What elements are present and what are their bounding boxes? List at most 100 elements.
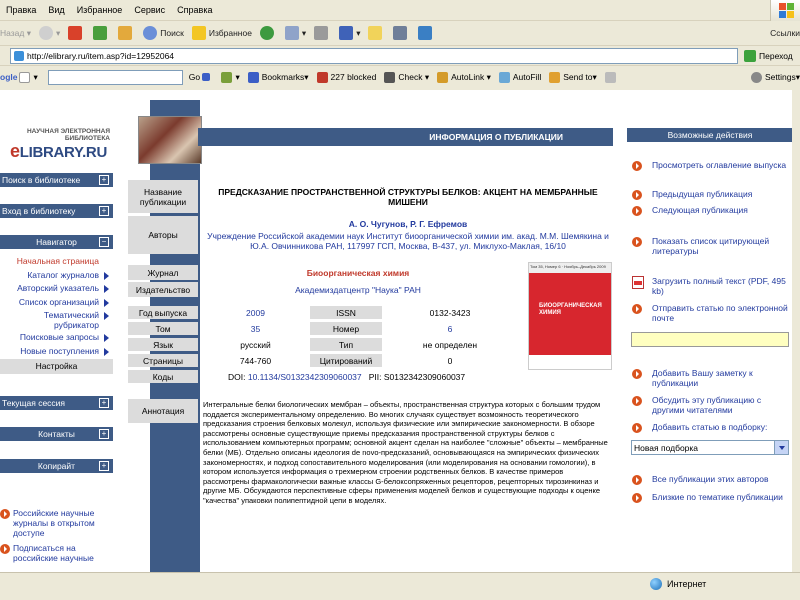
- sidebar-item-organizations[interactable]: Список организаций: [0, 296, 113, 310]
- sidebar-item-rubricator[interactable]: Тематический рубрикатор: [0, 309, 113, 331]
- history-button[interactable]: [259, 26, 277, 40]
- expand-icon: +: [99, 429, 109, 439]
- pii-value: PII: S0132342309060037: [368, 371, 466, 382]
- sidebar-navigator[interactable]: Навигатор −: [0, 235, 113, 249]
- center-column-band: [150, 100, 200, 572]
- google-options[interactable]: ▾: [221, 71, 240, 83]
- label-volume: Том: [128, 322, 198, 335]
- action-citing-list[interactable]: Показать список цитирующей литературы: [632, 236, 792, 256]
- popup-blocker[interactable]: 227 blocked: [316, 71, 376, 83]
- menu-help[interactable]: Справка: [171, 5, 218, 15]
- action-previous[interactable]: Предыдущая публикация: [632, 189, 792, 200]
- menu-favorites[interactable]: Избранное: [71, 5, 129, 15]
- go-button[interactable]: Переход: [744, 49, 793, 62]
- home-icon: [118, 26, 133, 40]
- page-content: НАУЧНАЯ ЭЛЕКТРОННАЯ БИБЛИОТЕКА eLIBRARY.R…: [0, 90, 800, 572]
- favorites-button[interactable]: Избранное: [191, 26, 252, 40]
- arrow-bullet-icon: [0, 544, 10, 554]
- search-button[interactable]: Поиск: [143, 26, 184, 40]
- search-icon: [143, 26, 158, 40]
- autolink-button[interactable]: AutoLink ▾: [437, 71, 491, 83]
- action-email[interactable]: Отправить статью по электронной почте: [632, 303, 792, 323]
- action-add-to-collection[interactable]: Добавить статью в подборку:: [632, 422, 792, 433]
- mail-button[interactable]: ▾: [284, 26, 306, 40]
- chevron-down-icon[interactable]: [774, 441, 788, 454]
- year-value[interactable]: 2009: [203, 306, 308, 319]
- print-button[interactable]: [314, 26, 331, 40]
- type-value: не определен: [422, 339, 478, 350]
- number-value[interactable]: 6: [384, 322, 516, 335]
- action-add-note[interactable]: Добавить Вашу заметку к публикации: [632, 368, 792, 388]
- sidebar-item-new[interactable]: Новые поступления: [0, 345, 113, 359]
- action-discuss[interactable]: Обсудить эту публикацию с другими читате…: [632, 395, 792, 415]
- google-search-input[interactable]: [47, 69, 183, 85]
- row-title: Название публикации ПРЕДСКАЗАНИЕ ПРОСТРА…: [128, 180, 613, 213]
- sidebar-item-home[interactable]: Начальная страница: [0, 255, 113, 269]
- note-icon: [368, 26, 383, 40]
- action-next[interactable]: Следующая публикация: [632, 205, 792, 216]
- pencil-button[interactable]: [604, 71, 619, 83]
- abc-check-icon: [384, 71, 396, 83]
- sidebar-item-authors[interactable]: Авторский указатель: [0, 282, 113, 296]
- author-links[interactable]: А. О. Чугунов, Р. Г. Ефремов: [349, 219, 468, 229]
- browser-chrome: Правка Вид Избранное Сервис Справка Наза…: [0, 0, 800, 90]
- news-item[interactable]: Российские научные журналы в открытом до…: [0, 508, 113, 538]
- menu-view[interactable]: Вид: [42, 5, 70, 15]
- sidebar-login[interactable]: Вход в библиотеку +: [0, 204, 113, 218]
- sidebar-item-journals[interactable]: Каталог журналов: [0, 269, 113, 283]
- cover-title: БИООРГАНИЧЕСКАЯ ХИМИЯ: [539, 303, 602, 316]
- forward-button[interactable]: ▾: [39, 26, 60, 40]
- publication-header: ИНФОРМАЦИЯ О ПУБЛИКАЦИИ: [198, 128, 613, 146]
- stop-button[interactable]: [68, 26, 85, 40]
- google-go-button[interactable]: Go: [189, 72, 214, 82]
- doi-prefix: DOI:: [228, 371, 246, 382]
- google-menu[interactable]: ▾: [19, 71, 38, 83]
- menu-edit[interactable]: Правка: [0, 5, 42, 15]
- publisher-link[interactable]: Академиздатцентр "Наука" РАН: [203, 282, 513, 297]
- sidebar-copyright[interactable]: Копирайт +: [0, 459, 113, 473]
- sendto-button[interactable]: Send to▾: [549, 71, 597, 83]
- cover-footer: [529, 355, 611, 369]
- menu-tools[interactable]: Сервис: [128, 5, 171, 15]
- links-label[interactable]: Ссылки: [770, 28, 800, 38]
- action-toc[interactable]: Просмотреть оглавление выпуска: [632, 160, 792, 171]
- news-item[interactable]: Подписаться на российские научные: [0, 543, 113, 563]
- action-all-author-pubs[interactable]: Все публикации этих авторов: [632, 474, 792, 485]
- label-title: Название публикации: [128, 180, 198, 213]
- edit-button[interactable]: ▾: [339, 26, 360, 40]
- address-input[interactable]: http://elibrary.ru/item.asp?id=12952064: [10, 47, 738, 64]
- affiliation[interactable]: Учреждение Российской академии наук Инст…: [203, 230, 613, 252]
- wand-icon: [437, 71, 449, 83]
- collection-select[interactable]: Новая подборка: [631, 440, 789, 455]
- doi-link[interactable]: 10.1134/S0132342309060037: [248, 372, 362, 382]
- back-button[interactable]: Назад ▾: [0, 28, 31, 39]
- research-button[interactable]: [393, 26, 410, 40]
- action-download-pdf[interactable]: Загрузить полный текст (PDF, 495 kb): [632, 276, 792, 296]
- sidebar-session[interactable]: Текущая сессия +: [0, 396, 113, 410]
- row-codes: Коды DOI: 10.1134/S0132342309060037 PII:…: [128, 370, 613, 383]
- note-input[interactable]: [631, 332, 789, 347]
- refresh-button[interactable]: [93, 26, 110, 40]
- sidebar-search-library[interactable]: Поиск в библиотеке +: [0, 173, 113, 187]
- arrow-bullet-icon: [632, 206, 642, 216]
- elibrary-logo[interactable]: НАУЧНАЯ ЭЛЕКТРОННАЯ БИБЛИОТЕКА eLIBRARY.R…: [0, 128, 115, 161]
- autofill-button[interactable]: AutoFill: [498, 71, 541, 83]
- discuss-button[interactable]: [368, 26, 385, 40]
- spellcheck-button[interactable]: Check ▾: [384, 71, 429, 83]
- sidebar-item-queries[interactable]: Поисковые запросы: [0, 331, 113, 345]
- sidebar-item-settings[interactable]: Настройка: [0, 359, 113, 374]
- pencil-icon: [604, 71, 616, 83]
- sidebar-contacts[interactable]: Контакты +: [0, 427, 113, 441]
- volume-value[interactable]: 35: [203, 322, 308, 335]
- action-related[interactable]: Близкие по тематике публикации: [632, 492, 792, 503]
- label-codes: Коды: [128, 370, 198, 383]
- vertical-scrollbar[interactable]: [792, 90, 800, 572]
- expand-icon: +: [99, 461, 109, 471]
- home-button[interactable]: [118, 26, 135, 40]
- arrow-bullet-icon: [632, 475, 642, 485]
- messenger-button[interactable]: [418, 26, 435, 40]
- bookmarks-button[interactable]: Bookmarks▾: [247, 71, 309, 83]
- arrow-bullet-icon: [632, 396, 642, 406]
- settings-button[interactable]: Settings▾: [751, 71, 800, 83]
- journal-link[interactable]: Биоорганическая химия: [203, 265, 513, 280]
